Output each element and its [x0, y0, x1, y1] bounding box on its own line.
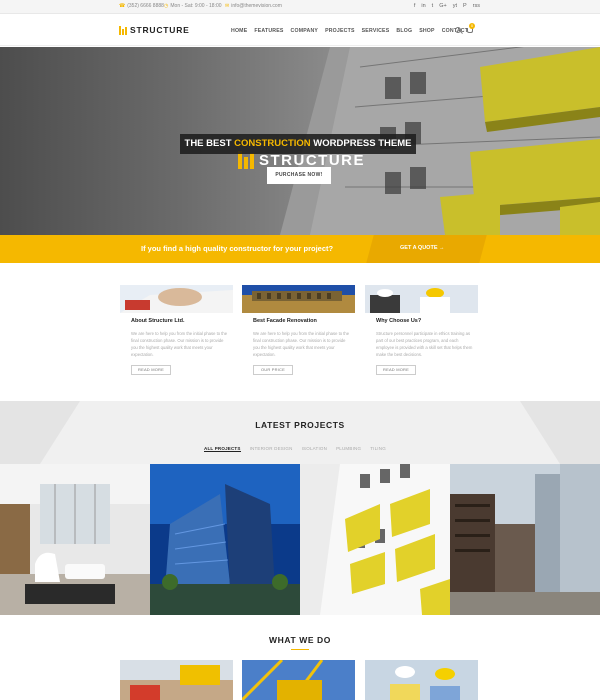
twitter-icon[interactable]: t: [432, 3, 434, 9]
nav-projects[interactable]: PROJECTS: [325, 28, 355, 34]
quote-strip: If you find a high quality constructor f…: [0, 235, 600, 263]
card-description: We are here to help you from the initial…: [253, 331, 350, 357]
service-image-crane[interactable]: [242, 660, 355, 700]
nav-blog[interactable]: BLOG: [396, 28, 412, 34]
hero-logo-text: STRUCTURE: [259, 151, 365, 169]
cart-count-badge: 0: [469, 23, 475, 29]
rss-icon[interactable]: rss: [473, 3, 480, 9]
filter-tiling[interactable]: TILING: [370, 446, 386, 452]
logo-icon: [119, 25, 127, 35]
googleplus-icon[interactable]: G+: [439, 3, 447, 9]
phone-info: ☎ (352) 6666 8888: [119, 3, 164, 9]
main-header: STRUCTURE HOME FEATURES COMPANY PROJECTS…: [0, 14, 600, 46]
card-description: We are here to help you from the initial…: [131, 331, 228, 357]
our-price-button[interactable]: OUR PRICE: [253, 365, 293, 375]
card-image-blueprint: [120, 285, 233, 313]
search-icon[interactable]: [455, 27, 461, 33]
project-tile-interior[interactable]: [0, 464, 150, 615]
hero-tagline: THE BEST CONSTRUCTION WORDPRESS THEME: [180, 134, 416, 154]
read-more-button[interactable]: READ MORE: [376, 365, 416, 375]
phone-icon: ☎: [119, 3, 126, 9]
filter-isolation[interactable]: ISOLATION: [302, 446, 327, 452]
pinterest-icon[interactable]: P: [463, 3, 467, 9]
hero-banner: STRUCTURE THE BEST CONSTRUCTION WORDPRES…: [0, 47, 600, 235]
card-image-engineers: [365, 285, 478, 313]
filter-plumbing[interactable]: PLUMBING: [336, 446, 361, 452]
filter-all[interactable]: ALL PROJECTS: [204, 446, 241, 452]
card-description: Structure personnel participate in ethic…: [376, 331, 473, 357]
tagline-highlight: CONSTRUCTION: [234, 138, 311, 149]
project-tile-office[interactable]: [150, 464, 300, 615]
card-title: Why Choose Us?: [376, 318, 422, 324]
project-tile-balconies[interactable]: [300, 464, 450, 615]
project-filters: ALL PROJECTS INTERIOR DESIGN ISOLATION P…: [204, 446, 386, 452]
clock-icon: ◷: [164, 3, 169, 9]
tagline-part: THE BEST: [184, 138, 235, 149]
nav-features[interactable]: FEATURES: [254, 28, 283, 34]
projects-header-bg: [0, 401, 600, 464]
service-image-workers[interactable]: [365, 660, 478, 700]
card-title: About Structure Ltd.: [131, 318, 185, 324]
filter-interior[interactable]: INTERIOR DESIGN: [250, 446, 293, 452]
top-bar: ☎ (352) 6666 8888 ◷ Mon - Sat: 9:00 - 18…: [0, 0, 600, 14]
title-underline: [291, 649, 309, 650]
card-title: Best Facade Renovation: [253, 318, 317, 324]
nav-company[interactable]: COMPANY: [291, 28, 319, 34]
nav-services[interactable]: SERVICES: [362, 28, 390, 34]
get-quote-button[interactable]: GET A QUOTE →: [400, 245, 445, 251]
project-tile-towers[interactable]: [450, 464, 600, 615]
linkedin-icon[interactable]: in: [421, 3, 425, 9]
card-image-facade: [242, 285, 355, 313]
phone-text: (352) 6666 8888: [127, 3, 164, 9]
logo-text: STRUCTURE: [130, 25, 190, 35]
section-title-projects: LATEST PROJECTS: [255, 420, 345, 430]
tagline-part: WORDPRESS THEME: [310, 138, 412, 149]
hours-info: ◷ Mon - Sat: 9:00 - 18:00: [164, 3, 222, 9]
feature-card-why: Why Choose Us? Structure personnel parti…: [365, 285, 478, 375]
main-nav: HOME FEATURES COMPANY PROJECTS SERVICES …: [231, 28, 468, 34]
nav-shop[interactable]: SHOP: [419, 28, 435, 34]
section-title-what-we-do: WHAT WE DO: [268, 635, 332, 645]
feature-card-facade: Best Facade Renovation We are here to he…: [242, 285, 355, 375]
quote-strip-text: If you find a high quality constructor f…: [141, 244, 334, 253]
youtube-icon[interactable]: yt: [453, 3, 457, 9]
facebook-icon[interactable]: f: [414, 3, 416, 9]
mail-icon: ✉: [225, 3, 230, 9]
hours-text: Mon - Sat: 9:00 - 18:00: [170, 3, 222, 9]
read-more-button[interactable]: READ MORE: [131, 365, 171, 375]
nav-home[interactable]: HOME: [231, 28, 247, 34]
email-text[interactable]: info@themevision.com: [231, 3, 282, 9]
email-info[interactable]: ✉ info@themevision.com: [225, 3, 282, 9]
purchase-button[interactable]: PURCHASE NOW!: [267, 167, 331, 184]
site-logo[interactable]: STRUCTURE: [119, 25, 190, 35]
social-links: f in t G+ yt P rss: [414, 3, 480, 9]
service-image-hands[interactable]: [120, 660, 233, 700]
feature-card-about: About Structure Ltd. We are here to help…: [120, 285, 233, 375]
